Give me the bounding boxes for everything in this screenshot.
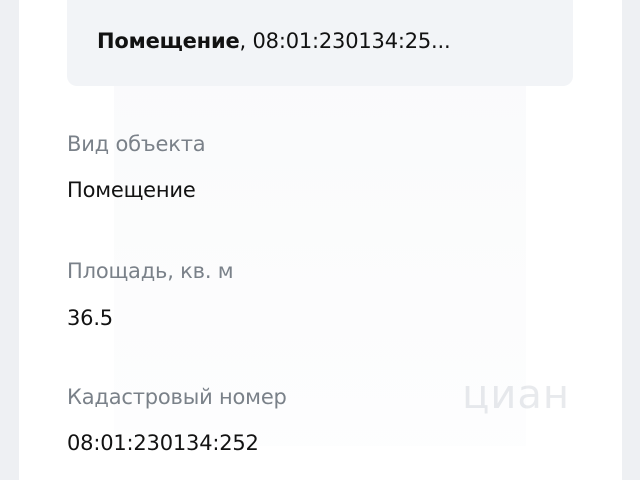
object-summary-card: Помещение, 08:01:230134:25... [67,0,573,86]
object-kind-title: Помещение [97,29,240,53]
object-summary: Помещение, 08:01:230134:25... [97,29,451,53]
watermark-logo: циан [462,372,570,418]
object-type-label: Вид объекта [67,132,206,156]
cadastral-number-label: Кадастровый номер [67,385,287,409]
area-label: Площадь, кв. м [67,259,234,283]
object-type-value: Помещение [67,178,196,202]
cadastral-number-value: 08:01:230134:252 [67,431,259,455]
object-details-panel: циан Помещение, 08:01:230134:25... Вид о… [19,0,622,480]
area-value: 36.5 [67,306,113,330]
object-cadastral-short: , 08:01:230134:25... [239,29,451,53]
